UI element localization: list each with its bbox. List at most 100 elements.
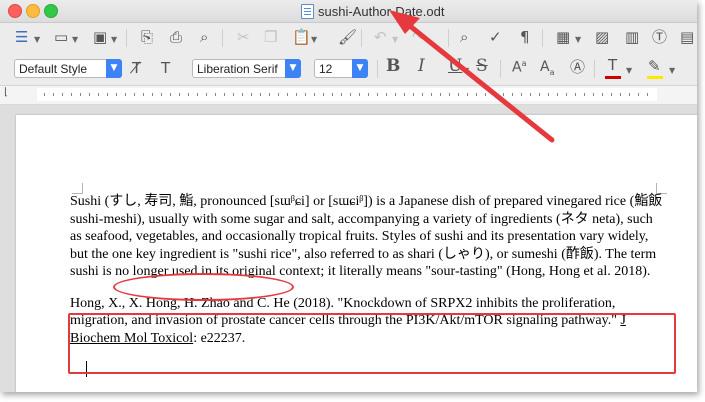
horizontal-ruler[interactable]: ⌊ [0,86,697,105]
italic-button[interactable]: I [418,58,425,75]
insert-image-icon[interactable]: ▨ [595,30,609,45]
chevron-down-icon[interactable]: ▼ [72,35,78,44]
ruler-tick [548,93,549,96]
subscript-icon[interactable]: Aa [540,60,554,77]
chevron-down-icon[interactable]: ▼ [111,35,117,44]
ruler-tick [287,93,288,96]
ruler-tick [170,93,171,96]
highlight-icon[interactable]: ✎ [648,59,661,74]
ruler-tick [440,93,441,96]
chevron-down-icon[interactable]: ▼ [34,35,40,44]
ruler-tick [422,93,423,96]
chevron-down-icon[interactable]: ▼ [106,59,122,78]
font-size-combo[interactable]: 12 ▼ [314,59,368,78]
ruler-tick [71,93,72,96]
font-name-combo[interactable]: Liberation Serif ▼ [192,59,301,78]
document-icon [301,4,314,19]
ruler-tick [269,93,270,96]
ruler-tick [62,93,63,96]
minimize-window-button[interactable] [26,4,40,18]
ruler-tick [620,93,621,96]
style-update-icon[interactable]: T̸ [132,61,141,76]
toolbar-separator [222,29,223,47]
insert-special-icon[interactable]: ▤ [680,30,694,45]
ruler-tick [404,93,405,96]
toolbar-separator [377,60,378,78]
ruler-text-area [37,88,657,101]
ruler-tick [485,93,486,96]
insert-textbox-icon[interactable]: Ⓣ [652,30,667,45]
ruler-tick [278,93,279,96]
sushi-paragraph[interactable]: Sushi (すし, 寿司, 鮨, pronounced [sɯᵝɕi] or … [70,193,666,281]
window-title: sushi-Author-Date.odt [318,4,445,19]
ruler-tick [521,93,522,96]
ruler-tick [458,93,459,96]
ruler-tick [503,93,504,96]
open-folder-icon[interactable]: ▭ [54,30,68,45]
paste-icon[interactable]: 📋 [292,30,311,45]
chevron-down-icon[interactable]: ▼ [669,66,675,75]
ruler-tick [44,93,45,96]
paragraph-style-combo[interactable]: Default Style ▼ [14,59,122,78]
toolbar-separator [448,29,449,47]
zoom-window-button[interactable] [44,4,58,18]
tab-stop-icon[interactable]: ⌊ [4,88,8,98]
ruler-tick [638,93,639,96]
chevron-down-icon[interactable]: ▼ [626,66,632,75]
ruler-tick [395,93,396,96]
ruler-tick [53,93,54,96]
ruler-tick [611,93,612,96]
ruler-tick [449,93,450,96]
standard-toolbar: ☰ ▼ ▭ ▼ ▣ ▼ ⎘ ⎙ ⌕ ✂ ❐ 📋 ▼ 🖌 ↶ ▼ ↷ ⌕ ✓ ¶ … [0,23,697,53]
ruler-tick [260,93,261,96]
ruler-tick [647,93,648,96]
underline-button[interactable]: U [448,58,462,75]
font-color-button[interactable]: T [608,58,617,73]
font-size-value: 12 [319,62,333,76]
ruler-tick [116,93,117,96]
print-preview-icon[interactable]: ⌕ [200,30,208,45]
export-pdf-icon[interactable]: ⎘ [141,30,153,45]
superscript-icon[interactable]: Aa [512,60,526,75]
find-replace-icon[interactable]: ⌕ [460,30,468,45]
chevron-down-icon[interactable]: ▼ [463,66,469,75]
chevron-down-icon[interactable]: ▼ [285,59,301,78]
bold-button[interactable]: B [386,58,400,75]
cut-icon[interactable]: ✂ [237,30,250,45]
ruler-tick [494,93,495,96]
formatting-marks-icon[interactable]: ¶ [520,30,530,45]
ruler-tick [629,93,630,96]
copy-icon[interactable]: ❐ [264,30,277,45]
sidebar-icon[interactable]: ☰ [15,30,28,45]
redo-icon[interactable]: ↷ [412,30,425,45]
toolbar-separator [542,29,543,47]
ruler-tick [107,93,108,96]
save-icon[interactable]: ▣ [93,30,107,45]
paragraph-style-value: Default Style [19,62,88,76]
print-icon[interactable]: ⎙ [170,30,182,45]
insert-table-icon[interactable]: ▦ [556,30,570,45]
chevron-down-icon[interactable]: ▼ [575,35,581,44]
new-style-icon[interactable]: T [161,61,170,76]
citation-highlight-ellipse [113,273,294,301]
spelling-icon[interactable]: ✓ [489,30,502,45]
ruler-tick [89,93,90,96]
ruler-tick [143,93,144,96]
ruler-tick [152,93,153,96]
ruler-tick [368,93,369,96]
chevron-down-icon[interactable]: ▼ [392,35,398,44]
chevron-down-icon[interactable]: ▼ [311,35,317,44]
title-bar[interactable]: sushi-Author-Date.odt [0,0,697,23]
chevron-down-icon[interactable]: ▼ [352,59,368,78]
insert-chart-icon[interactable]: ▥ [625,30,639,45]
clear-formatting-icon[interactable]: Ⓐ [570,60,585,75]
bibliography-highlight-box [68,313,676,374]
close-window-button[interactable] [8,4,22,18]
clone-formatting-icon[interactable]: 🖌 [338,30,357,45]
ruler-tick [413,93,414,96]
ruler-tick [431,93,432,96]
citation[interactable]: (Hong, Hong et al. 2018). [503,264,650,279]
undo-icon[interactable]: ↶ [374,30,387,45]
strikethrough-button[interactable]: S [476,58,488,75]
ruler-tick [134,93,135,96]
